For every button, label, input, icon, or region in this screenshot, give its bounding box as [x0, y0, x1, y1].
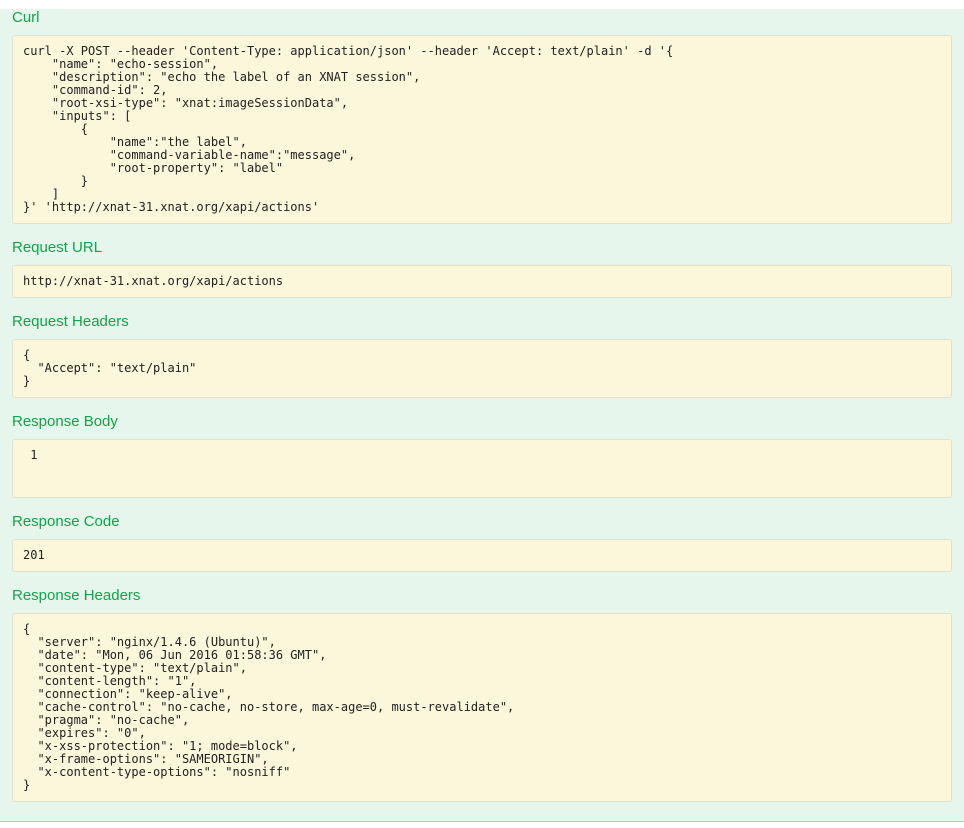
response-code-section: Response Code 201	[12, 513, 952, 572]
curl-heading: Curl	[12, 9, 952, 26]
request-headers-code: { "Accept": "text/plain" }	[12, 339, 952, 398]
response-headers-section: Response Headers { "server": "nginx/1.4.…	[12, 587, 952, 802]
response-body-section: Response Body 1	[12, 413, 952, 498]
response-code-code: 201	[12, 539, 952, 572]
response-headers-heading: Response Headers	[12, 587, 952, 604]
request-url-code: http://xnat-31.xnat.org/xapi/actions	[12, 265, 952, 298]
curl-command-code: curl -X POST --header 'Content-Type: app…	[12, 35, 952, 224]
response-body-heading: Response Body	[12, 413, 952, 430]
api-operation-response-panel: Curl curl -X POST --header 'Content-Type…	[0, 9, 964, 822]
request-headers-heading: Request Headers	[12, 313, 952, 330]
request-headers-section: Request Headers { "Accept": "text/plain"…	[12, 313, 952, 398]
response-body-code: 1	[12, 439, 952, 498]
response-headers-code: { "server": "nginx/1.4.6 (Ubuntu)", "dat…	[12, 613, 952, 802]
request-url-section: Request URL http://xnat-31.xnat.org/xapi…	[12, 239, 952, 298]
request-url-heading: Request URL	[12, 239, 952, 256]
curl-section: Curl curl -X POST --header 'Content-Type…	[12, 9, 952, 224]
response-code-heading: Response Code	[12, 513, 952, 530]
